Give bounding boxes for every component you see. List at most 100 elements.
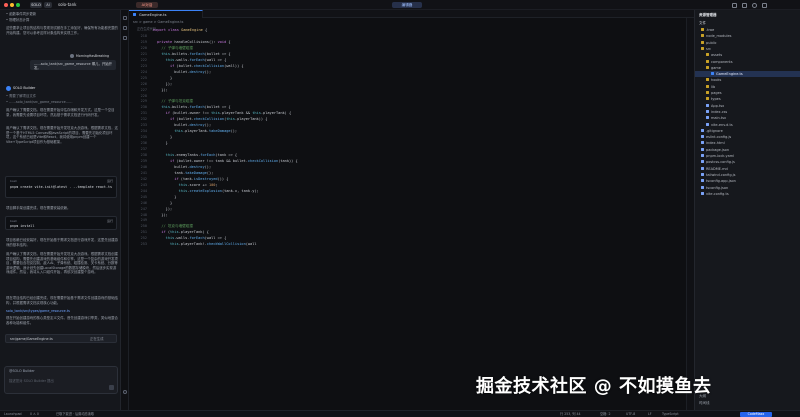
explorer-title: 资源管理器	[699, 13, 717, 17]
tree-file[interactable]: tailwind.config.js	[701, 172, 735, 178]
tree-folder[interactable]: public	[701, 40, 717, 46]
status-encoding[interactable]: UTF-8	[626, 412, 635, 417]
tree-file[interactable]: tsconfig.app.json	[701, 178, 736, 184]
tree-item-label: vite.config.ts	[706, 191, 729, 196]
file-icon	[701, 185, 704, 189]
minimize-window-icon[interactable]	[10, 3, 14, 7]
status-language[interactable]: TypeScript	[662, 412, 679, 417]
agent-mode-chip[interactable]: @SOLO Builder	[9, 369, 121, 374]
tree-file[interactable]: pnpm-lock.yaml	[701, 153, 734, 159]
tree-folder[interactable]: pages	[706, 90, 722, 96]
tree-folder[interactable]: lib	[706, 84, 715, 90]
tree-file[interactable]: vite-env.d.ts	[706, 122, 733, 128]
tree-folder[interactable]: node_modules	[701, 33, 731, 39]
tab-gameengine[interactable]: GameEngine.ts	[129, 10, 203, 18]
ai-chat-toggle[interactable]: AI对话	[136, 2, 158, 8]
tree-file[interactable]: postcss.config.js	[701, 159, 735, 165]
status-launchpad[interactable]: Launchpad	[4, 412, 22, 417]
timeline-section[interactable]: 时间线	[699, 400, 710, 406]
maximize-window-icon[interactable]	[16, 3, 20, 7]
tree-file[interactable]: README.md	[701, 166, 728, 172]
folder-icon	[701, 34, 704, 38]
folder-icon	[706, 78, 709, 82]
file-icon	[701, 166, 704, 170]
step-item: • 需要了解项目文件	[6, 94, 37, 98]
tree-item-label: node_modules	[706, 34, 732, 39]
tree-file[interactable]: GameEngine.ts	[695, 71, 800, 78]
tree-folder[interactable]: hooks	[706, 77, 721, 83]
run-command-button[interactable]: 运行	[107, 219, 113, 223]
tree-item-label: index.css	[711, 109, 728, 114]
explorer-root[interactable]: 文件	[699, 20, 706, 26]
tree-file[interactable]: package.json	[701, 147, 729, 153]
files-icon[interactable]	[123, 16, 127, 20]
editor-tabs: GameEngine.ts	[129, 10, 694, 18]
tree-file[interactable]: main.tsx	[706, 115, 726, 121]
pending-file-status: 正在生成	[90, 336, 104, 341]
status-cursor-position[interactable]: 行 253, 列 44	[560, 412, 581, 417]
chat-input-placeholder[interactable]: 描述您对 SOLO Builder 提出	[9, 379, 121, 384]
chat-input-box[interactable]: @SOLO Builder 描述您对 SOLO Builder 提出	[4, 366, 118, 394]
tree-item-label: .trae	[706, 28, 715, 32]
tree-item-label: src	[706, 46, 712, 51]
tree-folder[interactable]: game	[706, 65, 721, 71]
status-indent[interactable]: 空格: 2	[600, 412, 611, 417]
breadcrumb[interactable]: src > game > GameEngine.ts	[133, 20, 183, 24]
activity-rail	[121, 10, 129, 410]
tree-file[interactable]: App.tsx	[706, 103, 724, 109]
code-line[interactable]: });	[157, 88, 168, 94]
code-line[interactable]: }	[157, 141, 168, 147]
send-icon[interactable]	[109, 385, 114, 390]
search-icon[interactable]	[123, 26, 127, 30]
watermark: 掘金技术社区 @ 不如摸鱼去	[476, 376, 712, 397]
code-line[interactable]: this.playerTank!.checkWallCollision(wall	[157, 242, 257, 248]
tree-item-label: README.md	[706, 166, 728, 171]
status-eol[interactable]: LF	[648, 412, 652, 417]
pending-file-card[interactable]: src/game/GameEngine.ts 正在生成	[5, 334, 117, 343]
tree-folder[interactable]: .trae	[701, 27, 714, 33]
minimap[interactable]	[686, 18, 694, 410]
chat-panel: • 函数事件同步更新 • 物理状态计算 这些要求让项目的结构与表现测试都在手工添…	[0, 10, 121, 410]
tree-folder[interactable]: assets	[706, 52, 722, 58]
tree-file[interactable]: tsconfig.json	[701, 185, 728, 191]
file-icon	[701, 191, 704, 195]
close-window-icon[interactable]	[4, 3, 8, 7]
tree-item-label: game	[711, 65, 721, 70]
tree-item-label: package.json	[706, 147, 730, 152]
code-lang: bash	[10, 179, 18, 183]
agent-paragraph: 项目依赖已经安装好，现在开始基于需求文档进行游戏开发，这里先创建游戏的基本结构。	[6, 238, 118, 247]
file-reference-link[interactable]: solo_tank/src/types/game_resource.ts	[6, 309, 118, 314]
tree-item-label: hooks	[711, 78, 722, 83]
status-problems[interactable]: 0 ⚠ 0	[30, 412, 39, 417]
settings-icon[interactable]	[762, 2, 767, 8]
command-text: pnpm create vite-init@latest . --templat…	[10, 185, 113, 189]
mode-badge[interactable]: AI	[44, 2, 52, 8]
code-lines[interactable]: 218 219 private handleCollisions(): void {…	[129, 34, 694, 404]
file-icon	[701, 128, 704, 132]
split-icon[interactable]	[742, 2, 747, 8]
tree-file[interactable]: index.html	[701, 140, 725, 146]
tree-file[interactable]: vite.config.ts	[701, 191, 729, 197]
source-control-icon[interactable]	[123, 36, 127, 40]
tree-file[interactable]: .gitignore	[701, 128, 723, 134]
pending-file-name: src/game/GameEngine.ts	[10, 336, 53, 341]
tree-file[interactable]: eslint.config.js	[701, 134, 731, 140]
tree-folder[interactable]: components	[706, 59, 733, 65]
project-name[interactable]: solo-tank	[58, 2, 76, 8]
editor-view-toggle[interactable]: 编辑器	[392, 2, 422, 8]
tree-file[interactable]: index.css	[706, 109, 727, 115]
tree-folder[interactable]: src	[701, 46, 711, 52]
folder-icon	[706, 59, 709, 63]
code-line[interactable]: });	[157, 213, 168, 219]
tree-item-label: tsconfig.app.json	[706, 179, 736, 184]
status-extension[interactable]: CodeMaxx	[740, 411, 772, 417]
layout-icon[interactable]	[732, 2, 737, 8]
tree-folder[interactable]: types	[706, 96, 721, 102]
folder-icon	[706, 65, 709, 69]
tree-item-label: index.html	[706, 141, 725, 146]
account-icon[interactable]	[123, 390, 127, 394]
account-icon[interactable]	[752, 2, 757, 8]
run-command-button[interactable]: 运行	[107, 179, 113, 183]
typescript-file-icon	[133, 13, 136, 16]
step-item: • ……solo_tank/src_game_resource……	[6, 100, 73, 104]
